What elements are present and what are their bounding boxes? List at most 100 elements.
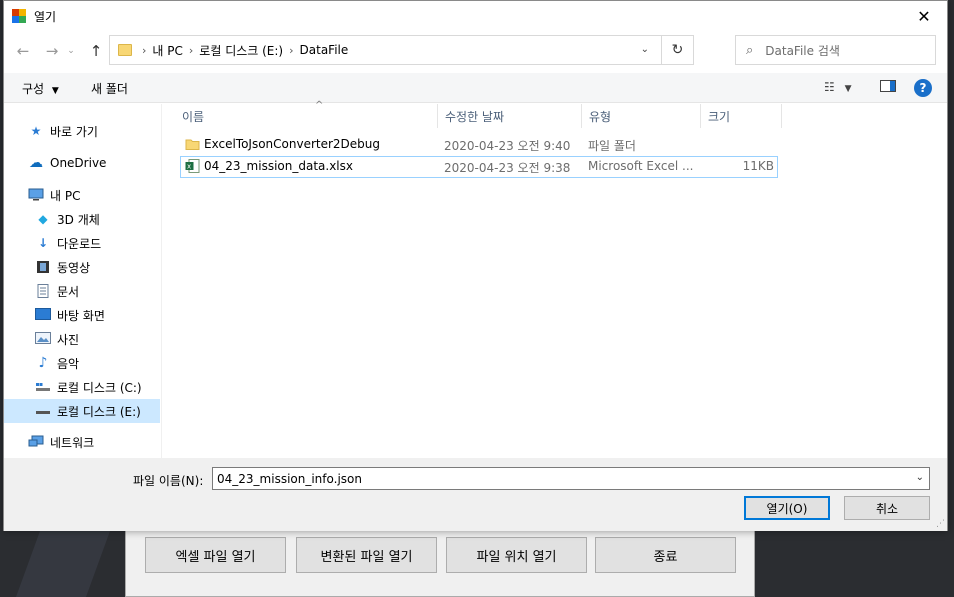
nav-item-quick-access[interactable]: ★ 바로 가기 [4, 119, 160, 143]
sort-ascending-icon: ^ [315, 100, 324, 111]
organize-label: 구성 [22, 82, 45, 96]
file-size: 11KB [742, 159, 774, 173]
preview-pane-icon[interactable] [880, 80, 896, 95]
filename-input[interactable]: 04_23_mission_info.json ⌄ [212, 467, 930, 490]
music-note-icon: ♪ [38, 355, 48, 371]
nav-item-videos[interactable]: 동영상 [4, 255, 160, 279]
file-date: 2020-04-23 오전 9:40 [444, 139, 571, 153]
column-label: 유형 [589, 109, 612, 124]
nav-label: 사진 [57, 332, 80, 347]
network-icon [28, 435, 44, 449]
drive-icon [35, 380, 51, 394]
title-bar: 열기 ✕ [4, 1, 947, 31]
dialog-footer: 파일 이름(N): 04_23_mission_info.json ⌄ 열기(O… [4, 458, 947, 531]
nav-label: 음악 [57, 356, 80, 371]
up-button[interactable]: ↑ [85, 40, 107, 62]
nav-label: 로컬 디스크 (E:) [57, 404, 141, 419]
cancel-button[interactable]: 취소 [844, 496, 930, 520]
nav-item-drive-c[interactable]: 로컬 디스크 (C:) [4, 375, 160, 399]
breadcrumb-separator: › [142, 43, 147, 57]
drive-icon [35, 404, 51, 418]
nav-item-network[interactable]: 네트워크 [4, 430, 160, 454]
nav-item-this-pc[interactable]: 내 PC [4, 183, 160, 207]
nav-item-onedrive[interactable]: ☁ OneDrive [4, 151, 160, 175]
chevron-down-icon[interactable]: ⌄ [916, 472, 924, 483]
nav-label: 내 PC [50, 188, 81, 203]
help-icon[interactable]: ? [914, 79, 932, 97]
app-icon [12, 9, 26, 23]
file-row-selected[interactable]: x 04_23_mission_data.xlsx 2020-04-23 오전 … [180, 156, 778, 178]
address-bar[interactable]: › 내 PC › 로컬 디스크 (E:) › DataFile ⌄ ↻ [109, 35, 694, 65]
close-button[interactable]: ✕ [901, 1, 947, 31]
chevron-down-icon: ⌄ [67, 46, 75, 56]
file-name: 04_23_mission_data.xlsx [204, 159, 353, 173]
navigation-pane: ★ 바로 가기 ☁ OneDrive 내 PC ◆ 3D 개체 ↓ 다운로드 동… [4, 104, 162, 458]
excel-file-icon: x [185, 159, 200, 173]
file-row[interactable]: ExcelToJsonConverter2Debug 2020-04-23 오전… [180, 134, 778, 156]
recent-locations-button[interactable]: ⌄ [64, 40, 78, 62]
back-button[interactable]: ← [12, 40, 34, 62]
breadcrumb-datafile[interactable]: DataFile [300, 43, 349, 57]
nav-label: 문서 [57, 284, 80, 299]
nav-label: 바로 가기 [50, 124, 98, 139]
file-name: ExcelToJsonConverter2Debug [204, 137, 381, 151]
column-header-name[interactable]: 이름 ^ [175, 100, 438, 128]
column-label: 수정한 날짜 [445, 109, 505, 124]
search-input[interactable]: ⌕ DataFile 검색 [735, 35, 936, 65]
view-options-icon[interactable]: ☷ ▼ [824, 80, 852, 94]
cloud-icon: ☁ [29, 155, 43, 171]
column-header-size[interactable]: 크기 [701, 104, 782, 128]
column-header-type[interactable]: 유형 [582, 104, 701, 128]
file-type: Microsoft Excel ... [588, 159, 694, 173]
caret-down-icon: ▼ [51, 86, 59, 96]
cube-icon: ◆ [38, 212, 48, 226]
folder-icon [118, 44, 132, 56]
nav-item-downloads[interactable]: ↓ 다운로드 [4, 231, 160, 255]
forward-button[interactable]: → [41, 40, 63, 62]
toolbar: 구성 ▼ 새 폴더 ☷ ▼ ? [4, 73, 947, 103]
nav-item-music[interactable]: ♪ 음악 [4, 351, 160, 375]
nav-label: 네트워크 [50, 435, 95, 450]
refresh-icon: ↻ [671, 42, 684, 58]
document-icon [35, 284, 51, 298]
file-type: 파일 폴더 [588, 139, 636, 153]
film-icon [35, 260, 51, 274]
breadcrumb-drive-e[interactable]: 로컬 디스크 (E:) [199, 42, 283, 59]
picture-icon [35, 332, 51, 346]
nav-label: 로컬 디스크 (C:) [57, 380, 142, 395]
file-list: 이름 ^ 수정한 날짜 유형 크기 ExcelToJsonConverter2D… [164, 100, 947, 458]
nav-label: 3D 개체 [57, 212, 100, 227]
arrow-right-icon: → [45, 42, 59, 60]
column-header-date[interactable]: 수정한 날짜 [438, 104, 582, 128]
arrow-left-icon: ← [16, 42, 30, 60]
organize-button[interactable]: 구성 ▼ [22, 80, 59, 97]
breadcrumb-this-pc[interactable]: 내 PC [152, 42, 182, 59]
background-app-window: 엑셀 파일 열기 변환된 파일 열기 파일 위치 열기 종료 [125, 520, 755, 597]
nav-item-documents[interactable]: 문서 [4, 279, 160, 303]
nav-item-drive-e[interactable]: 로컬 디스크 (E:) [4, 399, 160, 423]
download-icon: ↓ [37, 236, 49, 250]
search-placeholder: DataFile 검색 [765, 43, 840, 58]
new-folder-button[interactable]: 새 폴더 [91, 80, 128, 97]
open-excel-button[interactable]: 엑셀 파일 열기 [145, 537, 286, 573]
open-location-button[interactable]: 파일 위치 열기 [446, 537, 587, 573]
nav-item-desktop[interactable]: 바탕 화면 [4, 303, 160, 327]
refresh-button[interactable]: ↻ [661, 36, 693, 64]
arrow-up-icon: ↑ [89, 42, 103, 60]
nav-label: 다운로드 [57, 236, 102, 251]
star-icon: ★ [30, 124, 42, 138]
close-icon: ✕ [917, 6, 931, 26]
desktop-icon [35, 308, 51, 322]
resize-grip-icon[interactable]: ⋰ [936, 519, 945, 529]
nav-item-3d-objects[interactable]: ◆ 3D 개체 [4, 207, 160, 231]
nav-item-pictures[interactable]: 사진 [4, 327, 160, 351]
open-converted-button[interactable]: 변환된 파일 열기 [296, 537, 437, 573]
breadcrumb-separator: › [289, 43, 294, 57]
column-label: 크기 [708, 109, 731, 124]
filename-label: 파일 이름(N): [133, 474, 204, 488]
open-button[interactable]: 열기(O) [744, 496, 830, 520]
address-dropdown-icon[interactable]: ⌄ [641, 44, 649, 55]
nav-label: OneDrive [50, 156, 107, 170]
open-file-dialog: 열기 ✕ ← → ⌄ ↑ › 내 PC › 로컬 디스크 (E:) › Data… [3, 0, 948, 531]
exit-button[interactable]: 종료 [595, 537, 736, 573]
